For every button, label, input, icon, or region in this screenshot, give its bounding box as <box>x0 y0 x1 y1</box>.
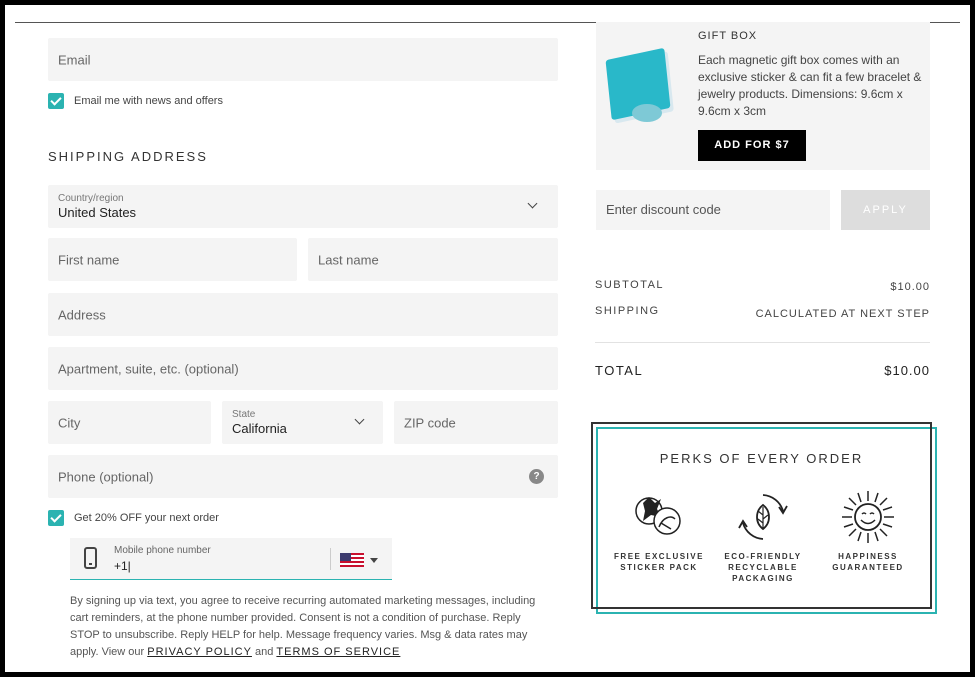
subtotal-label: SUBTOTAL <box>595 279 665 291</box>
shipping-address-title: SHIPPING ADDRESS <box>48 149 208 164</box>
apply-discount-button[interactable]: APPLY <box>841 190 930 230</box>
terms-of-service-link[interactable]: TERMS OF SERVICE <box>276 646 400 658</box>
privacy-policy-link[interactable]: PRIVACY POLICY <box>147 646 252 658</box>
gift-box-upsell: GIFT BOX Each magnetic gift box comes wi… <box>596 22 930 170</box>
sms-offer-label: Get 20% OFF your next order <box>74 512 219 524</box>
caret-down-icon[interactable] <box>370 558 378 563</box>
recycle-icon <box>738 494 788 540</box>
apartment-placeholder: Apartment, suite, etc. (optional) <box>58 361 239 376</box>
sun-icon <box>842 491 894 543</box>
country-select[interactable]: Country/region United States <box>48 185 558 228</box>
perk-sticker-label: FREE EXCLUSIVE STICKER PACK <box>614 552 704 572</box>
gift-box-description: Each magnetic gift box comes with an exc… <box>698 53 922 118</box>
zip-field[interactable]: ZIP code <box>394 401 558 444</box>
mobile-phone-field[interactable]: Mobile phone number +1| <box>70 538 392 580</box>
state-label: State <box>232 409 256 420</box>
perk-happiness-label: HAPPINESS GUARANTEED <box>832 552 904 572</box>
city-field[interactable]: City <box>48 401 211 444</box>
address-field[interactable]: Address <box>48 293 558 336</box>
state-value: California <box>232 421 287 436</box>
shipping-value: CALCULATED AT NEXT STEP <box>755 308 930 320</box>
chevron-down-icon <box>354 414 365 425</box>
sticker-icon <box>635 497 681 535</box>
gift-box-title: GIFT BOX <box>698 30 758 42</box>
total-value: $10.00 <box>884 363 930 378</box>
mobile-phone-icon <box>84 547 97 569</box>
shipping-label: SHIPPING <box>595 305 660 317</box>
perk-eco-packaging: ECO-FRIENDLY RECYCLABLE PACKAGING <box>711 489 815 584</box>
gift-box-sticker-image <box>632 104 662 122</box>
perk-happiness: HAPPINESS GUARANTEED <box>816 489 920 573</box>
country-divider <box>330 548 331 570</box>
country-value: United States <box>58 205 137 220</box>
email-field[interactable]: Email <box>48 38 558 81</box>
sms-disclaimer: By signing up via text, you agree to rec… <box>70 593 550 661</box>
city-placeholder: City <box>58 415 81 430</box>
summary-divider <box>595 342 930 343</box>
perk-sticker-pack: FREE EXCLUSIVE STICKER PACK <box>607 489 711 573</box>
sms-offer-checkbox[interactable] <box>48 510 64 526</box>
disclaimer-and: and <box>251 646 277 658</box>
address-placeholder: Address <box>58 307 106 322</box>
mobile-phone-value[interactable]: +1| <box>114 559 131 573</box>
checkout-page: Email Email me with news and offers SHIP… <box>5 5 970 672</box>
help-icon[interactable]: ? <box>529 469 544 484</box>
phone-field[interactable]: Phone (optional) ? <box>48 455 558 498</box>
total-label: TOTAL <box>595 363 644 378</box>
subtotal-value: $10.00 <box>890 281 930 293</box>
first-name-placeholder: First name <box>58 252 120 267</box>
phone-placeholder: Phone (optional) <box>58 469 154 484</box>
email-news-label: Email me with news and offers <box>74 95 223 107</box>
perk-eco-label: ECO-FRIENDLY RECYCLABLE PACKAGING <box>724 552 802 583</box>
mobile-phone-label: Mobile phone number <box>114 545 211 556</box>
email-placeholder: Email <box>58 52 91 67</box>
zip-placeholder: ZIP code <box>404 415 456 430</box>
perks-title: PERKS OF EVERY ORDER <box>659 451 864 466</box>
first-name-field[interactable]: First name <box>48 238 297 281</box>
last-name-placeholder: Last name <box>318 252 379 267</box>
add-gift-box-button[interactable]: ADD FOR $7 <box>698 130 806 161</box>
chevron-down-icon <box>527 198 538 209</box>
last-name-field[interactable]: Last name <box>308 238 558 281</box>
us-flag-icon[interactable] <box>340 553 364 567</box>
country-label: Country/region <box>58 193 124 204</box>
apartment-field[interactable]: Apartment, suite, etc. (optional) <box>48 347 558 390</box>
discount-code-field[interactable]: Enter discount code <box>596 190 830 230</box>
state-select[interactable]: State California <box>222 401 383 444</box>
email-news-checkbox[interactable] <box>48 93 64 109</box>
discount-placeholder: Enter discount code <box>606 202 721 217</box>
